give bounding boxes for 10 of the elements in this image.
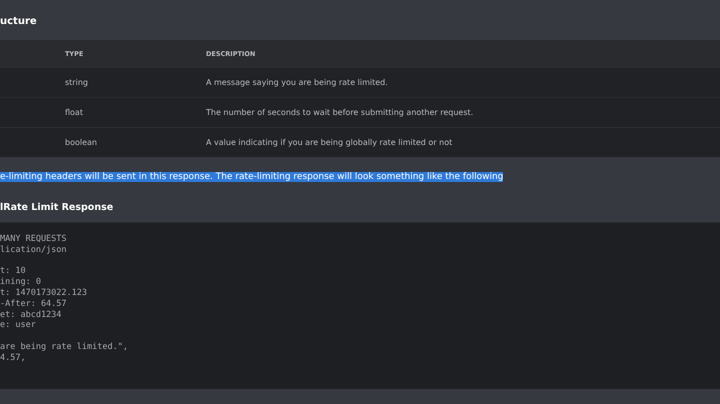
table-cell: string [65, 78, 88, 87]
table-cell: A message saying you are being rate limited. [206, 78, 388, 87]
section-heading: lRate Limit Response [0, 201, 114, 215]
table-cell: A value indicating if you are being globally rate limited or not [206, 138, 452, 147]
section-heading: ucture [0, 15, 38, 29]
table-cell: boolean [65, 138, 97, 147]
paragraph: e-limiting headers will be sent in this response. The rate-limiting response will look something like the following [0, 172, 504, 182]
table-cell: float [65, 108, 83, 117]
code-block: MANY REQUESTS lication/json t: 10 ining: 0 t: 1470173022.123 -After: 64.57 et: abcd1234 e: user are being rate limited.", 4.57, [0, 222, 720, 389]
table-cell: The number of seconds to wait before submitting another request. [206, 108, 474, 117]
